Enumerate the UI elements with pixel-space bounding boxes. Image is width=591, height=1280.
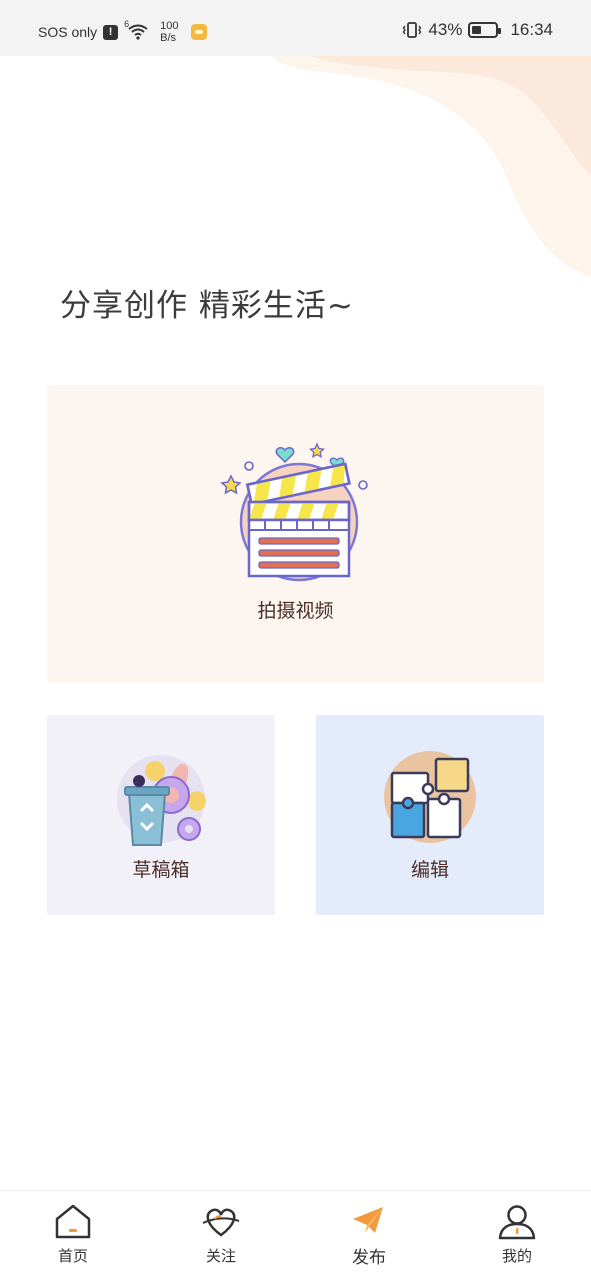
draft-box-label: 草稿箱 bbox=[132, 859, 190, 881]
edit-label: 编辑 bbox=[410, 859, 449, 881]
nav-item-follow[interactable]: 关注 bbox=[181, 1203, 261, 1266]
recycle-bin-icon bbox=[117, 755, 206, 846]
edit-card[interactable]: 编辑 bbox=[316, 715, 544, 915]
carrier-text: SOS only bbox=[38, 24, 98, 40]
clock: 16:34 bbox=[510, 20, 553, 39]
speed-unit: B/s bbox=[160, 32, 177, 44]
heart-icon bbox=[202, 1208, 240, 1237]
bottom-nav: 首页 关注 发布 我的 bbox=[0, 1190, 591, 1280]
vibrate-icon bbox=[403, 22, 422, 38]
status-bar: SOS only ! 6 100 B/s 43% 16:34 bbox=[0, 0, 591, 56]
shoot-video-card[interactable]: 拍摄视频 bbox=[47, 385, 544, 683]
nav-item-home[interactable]: 首页 bbox=[33, 1203, 113, 1266]
nav-label-follow: 关注 bbox=[205, 1247, 236, 1265]
paper-plane-icon bbox=[353, 1207, 383, 1233]
battery-icon bbox=[468, 22, 502, 38]
battery-percent: 43% bbox=[428, 20, 463, 39]
user-icon bbox=[498, 1205, 536, 1240]
nav-label-publish: 发布 bbox=[352, 1248, 386, 1268]
nav-label-mine: 我的 bbox=[501, 1247, 532, 1265]
notification-app-icon bbox=[190, 24, 207, 40]
shoot-video-label: 拍摄视频 bbox=[257, 600, 334, 622]
wifi-icon: 6 bbox=[124, 19, 150, 41]
home-icon bbox=[55, 1204, 91, 1239]
nav-item-publish[interactable]: 发布 bbox=[329, 1203, 409, 1268]
clapperboard-icon bbox=[220, 442, 368, 582]
status-right: 43% 16:34 bbox=[402, 20, 553, 40]
decorative-blob bbox=[271, 56, 591, 276]
alert-icon: ! bbox=[103, 24, 119, 40]
status-left: SOS only ! 6 100 B/s bbox=[38, 19, 207, 44]
puzzle-icon bbox=[384, 751, 476, 843]
page-headline: 分享创作 精彩生活~ bbox=[60, 288, 354, 324]
network-speed: 100 B/s bbox=[160, 20, 178, 44]
speed-value: 100 bbox=[160, 20, 179, 32]
nav-label-home: 首页 bbox=[57, 1247, 88, 1265]
nav-item-mine[interactable]: 我的 bbox=[477, 1203, 557, 1266]
draft-box-card[interactable]: 草稿箱 bbox=[47, 715, 275, 915]
